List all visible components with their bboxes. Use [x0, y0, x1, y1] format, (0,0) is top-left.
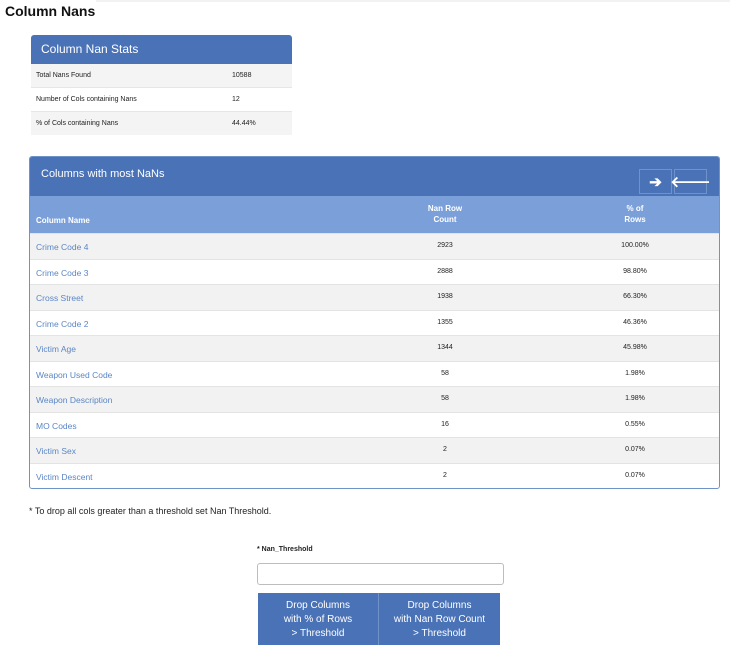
nan-count-cell: 1344: [437, 344, 453, 351]
stats-row: % of Cols containing Nans 44.44%: [31, 111, 292, 135]
header-line: Count: [433, 215, 457, 224]
stats-label: % of Cols containing Nans: [36, 120, 119, 127]
nan-pct-cell: 100.00%: [621, 242, 649, 249]
stats-value: 12: [232, 96, 240, 103]
button-line: > Threshold: [291, 628, 345, 639]
table-row: MO Codes 16 0.55%: [30, 411, 719, 438]
column-name-link[interactable]: Crime Code 2: [36, 319, 88, 329]
stats-row: Number of Cols containing Nans 12: [31, 87, 292, 111]
table-row: Crime Code 3 2888 98.80%: [30, 258, 719, 285]
nan-pct-cell: 0.07%: [625, 471, 645, 479]
column-name-link[interactable]: Victim Sex: [36, 446, 76, 456]
column-name-link[interactable]: Crime Code 4: [36, 242, 88, 252]
nan-pct-cell: 1.98%: [625, 369, 645, 377]
nan-row-count-header[interactable]: Nan Row Count: [418, 203, 472, 225]
nan-count-cell: 16: [441, 420, 449, 428]
nan-pct-cell: 0.07%: [625, 446, 645, 453]
stats-value: 10588: [232, 72, 252, 79]
stats-value: 44.44%: [232, 120, 256, 127]
button-line: Drop Columns: [407, 600, 472, 611]
nan-pct-cell: 66.30%: [623, 293, 647, 300]
nan-count-cell: 2923: [437, 242, 453, 249]
nan-columns-title: Columns with most NaNs: [41, 168, 165, 180]
stats-label: Number of Cols containing Nans: [36, 96, 137, 103]
button-line: Drop Columns: [286, 600, 350, 611]
table-header-row: Column Name Nan Row Count % of Rows: [30, 196, 719, 233]
stats-row: Total Nans Found 10588: [31, 64, 292, 87]
nan-pct-cell: 0.55%: [625, 420, 645, 428]
button-line: > Threshold: [413, 628, 466, 639]
stats-label: Total Nans Found: [36, 72, 91, 79]
header-line: Nan Row: [427, 204, 463, 213]
arrow-left-icon: 🡐: [670, 174, 711, 191]
nan-columns-header: Columns with most NaNs ➔ 🡐: [30, 157, 719, 196]
column-name-link[interactable]: Victim Age: [36, 344, 76, 354]
nan-count-cell: 1938: [437, 293, 453, 300]
column-name-link[interactable]: Victim Descent: [36, 472, 93, 482]
drop-by-pct-button[interactable]: Drop Columns with % of Rows > Threshold: [258, 593, 379, 645]
nan-pct-cell: 45.98%: [623, 344, 647, 351]
nan-pct-cell: 1.98%: [625, 395, 645, 402]
nan-count-cell: 58: [441, 369, 449, 377]
page-title: Column Nans: [5, 3, 96, 19]
table-row: Cross Street 1938 66.30%: [30, 284, 719, 310]
column-name-link[interactable]: MO Codes: [36, 421, 77, 431]
nan-threshold-input[interactable]: [257, 563, 504, 585]
table-row: Victim Sex 2 0.07%: [30, 437, 719, 463]
column-name-link[interactable]: Crime Code 3: [36, 268, 88, 278]
button-line: with Nan Row Count: [393, 614, 486, 625]
nan-stats-title: Column Nan Stats: [31, 35, 292, 64]
table-row: Crime Code 4 2923 100.00%: [30, 233, 719, 259]
drop-by-pct-label: Drop Columns with % of Rows > Threshold: [284, 599, 352, 641]
next-page-button[interactable]: ➔: [639, 169, 672, 194]
drop-by-count-button[interactable]: Drop Columns with Nan Row Count > Thresh…: [379, 593, 500, 645]
nan-stats-card: Column Nan Stats Total Nans Found 10588 …: [31, 35, 292, 135]
table-row: Victim Age 1344 45.98%: [30, 335, 719, 361]
header-line: Rows: [624, 215, 646, 224]
pct-of-rows-header[interactable]: % of Rows: [608, 203, 662, 225]
prev-page-button[interactable]: 🡐: [670, 169, 711, 194]
nan-threshold-label: * Nan_Threshold: [257, 546, 313, 553]
nan-count-cell: 2888: [437, 267, 453, 275]
table-body: Crime Code 4 2923 100.00% Crime Code 3 2888…: [30, 233, 719, 488]
nan-columns-card: Columns with most NaNs ➔ 🡐 Column Name N…: [29, 156, 720, 489]
column-name-link[interactable]: Weapon Description: [36, 395, 112, 405]
table-row: Weapon Used Code 58 1.98%: [30, 360, 719, 387]
column-name-link[interactable]: Weapon Used Code: [36, 370, 112, 380]
nan-pct-cell: 98.80%: [623, 267, 647, 275]
arrow-right-icon: ➔: [649, 173, 662, 191]
column-name-link[interactable]: Cross Street: [36, 293, 83, 303]
drop-by-count-label: Drop Columns with Nan Row Count > Thresh…: [394, 599, 485, 641]
nan-count-cell: 1355: [437, 318, 453, 326]
table-row: Weapon Description 58 1.98%: [30, 386, 719, 412]
drop-buttons-group: Drop Columns with % of Rows > Threshold …: [258, 593, 500, 645]
nan-pct-cell: 46.36%: [623, 318, 647, 326]
button-line: with % of Rows: [283, 614, 353, 625]
nan-count-cell: 58: [441, 395, 449, 402]
top-divider: [96, 0, 730, 2]
nan-count-cell: 2: [443, 446, 447, 453]
header-line: % of: [626, 204, 644, 213]
pagination-controls: ➔ 🡐: [639, 169, 711, 194]
table-row: Victim Descent 2 0.07%: [30, 462, 719, 489]
threshold-note: * To drop all cols greater than a thresh…: [29, 506, 272, 516]
nan-count-cell: 2: [443, 471, 447, 479]
column-name-header[interactable]: Column Name: [36, 216, 90, 225]
table-row: Crime Code 2 1355 46.36%: [30, 309, 719, 336]
